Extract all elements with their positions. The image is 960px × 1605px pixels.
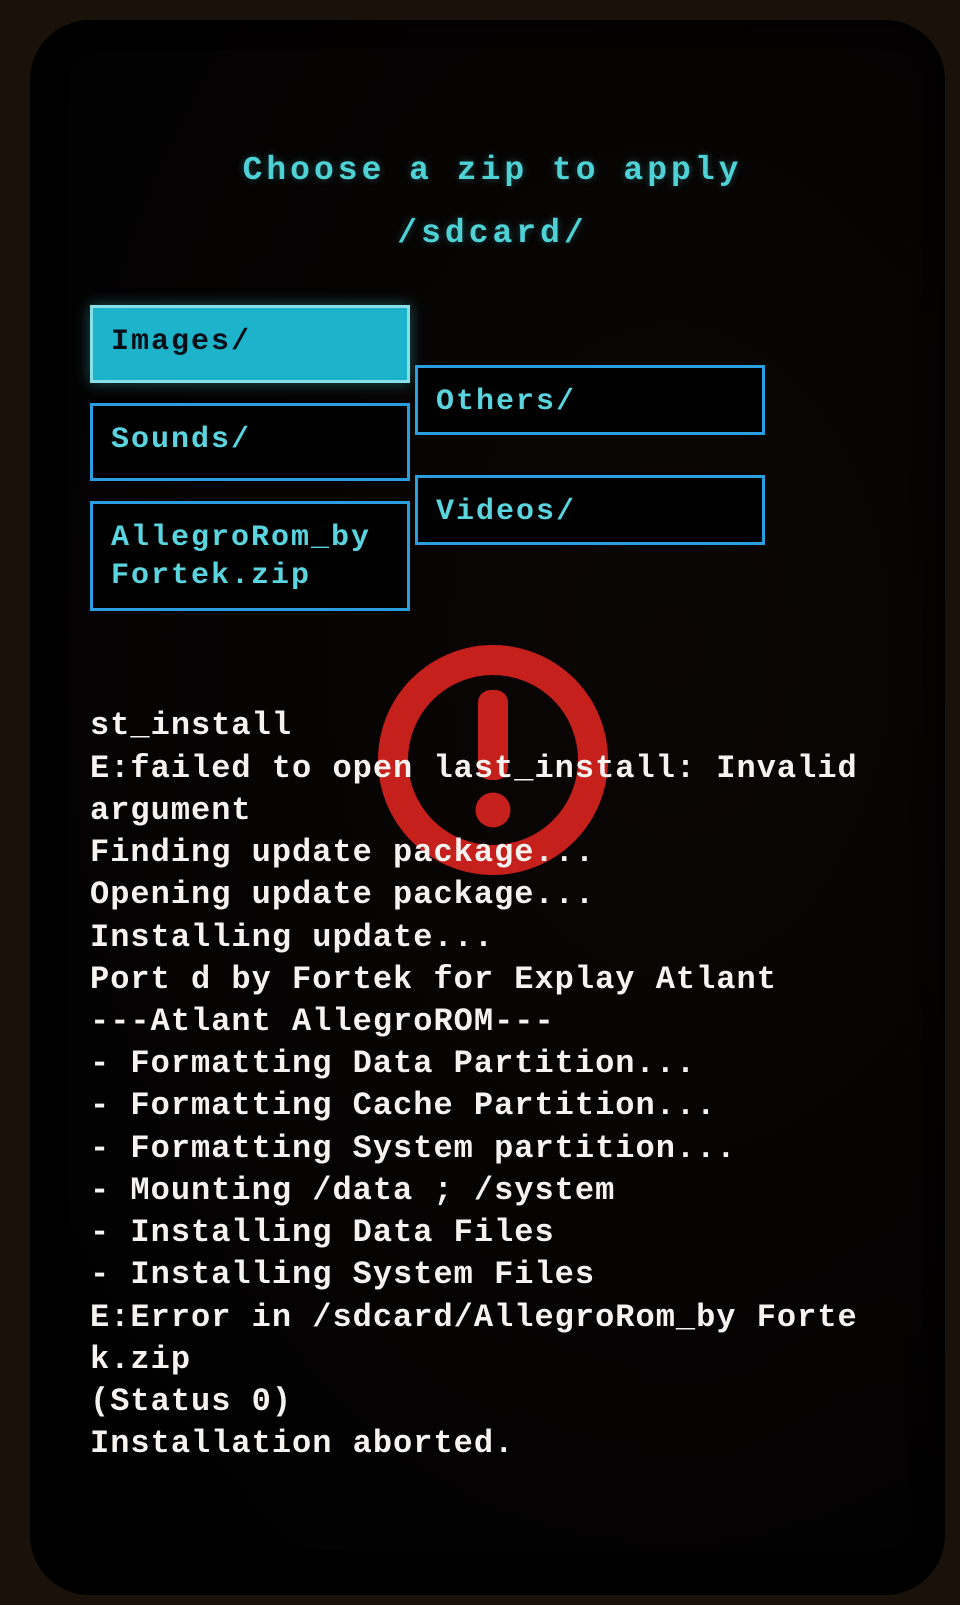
file-browser: Images/ Others/ Sounds/ Videos/ AllegroR…: [90, 305, 895, 665]
file-item-others[interactable]: Others/: [415, 365, 765, 435]
file-item-sounds[interactable]: Sounds/: [90, 403, 410, 481]
file-label: Others/: [436, 385, 576, 419]
recovery-screen: Choose a zip to apply /sdcard/ Images/ O…: [90, 140, 895, 1545]
header-title: Choose a zip to apply: [90, 140, 895, 203]
file-item-images[interactable]: Images/: [90, 305, 410, 383]
file-label: AllegroRom_by Fortek.zip: [111, 521, 371, 593]
file-item-videos[interactable]: Videos/: [415, 475, 765, 545]
log-area: st_install E:failed to open last_install…: [90, 705, 895, 1465]
file-item-allegro-zip[interactable]: AllegroRom_by Fortek.zip: [90, 501, 410, 611]
header-path: /sdcard/: [90, 203, 895, 266]
file-label: Sounds/: [111, 423, 251, 457]
file-label: Videos/: [436, 495, 576, 529]
phone-frame: Choose a zip to apply /sdcard/ Images/ O…: [30, 20, 945, 1595]
install-log: st_install E:failed to open last_install…: [90, 705, 895, 1465]
screen-header: Choose a zip to apply /sdcard/: [90, 140, 895, 265]
file-label: Images/: [111, 325, 251, 359]
